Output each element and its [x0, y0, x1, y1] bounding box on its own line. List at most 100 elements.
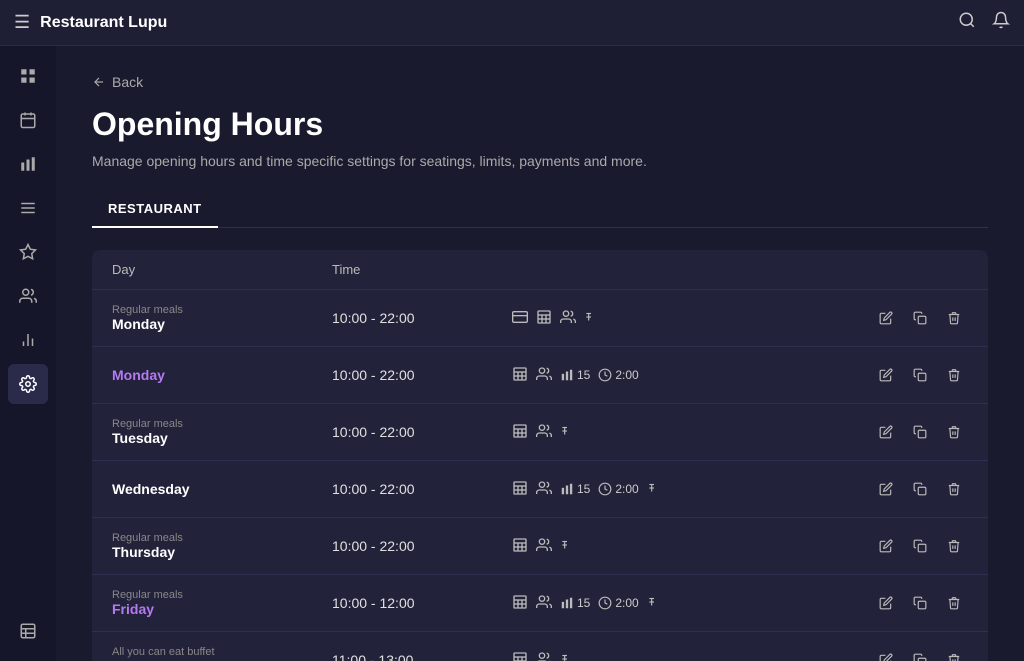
clock-icon: 2:00 — [598, 482, 638, 496]
day-cell: Regular meals Tuesday — [112, 418, 332, 446]
meal-type: Regular meals — [112, 589, 332, 601]
meal-type: Regular meals — [112, 418, 332, 430]
search-icon[interactable] — [958, 11, 976, 34]
people-icon — [536, 366, 552, 385]
delete-button[interactable] — [940, 361, 968, 389]
tag-icon — [584, 310, 598, 327]
col-time: Time — [332, 262, 512, 277]
copy-button[interactable] — [906, 304, 934, 332]
time-cell: 10:00 - 22:00 — [332, 481, 512, 497]
table-row: Monday 10:00 - 22:00 15 — [92, 347, 988, 404]
delete-button[interactable] — [940, 646, 968, 661]
icons-cell — [512, 309, 848, 328]
bar-icon: 15 — [560, 596, 590, 610]
day-name: Friday — [112, 601, 332, 617]
sidebar-item-calendar[interactable] — [8, 100, 48, 140]
edit-button[interactable] — [872, 475, 900, 503]
actions-cell — [848, 361, 968, 389]
col-actions — [848, 262, 968, 277]
day-name: Tuesday — [112, 430, 332, 446]
people-icon — [536, 537, 552, 556]
sidebar-item-analytics[interactable] — [8, 320, 48, 360]
edit-button[interactable] — [872, 589, 900, 617]
delete-button[interactable] — [940, 589, 968, 617]
sidebar-item-bottom-menu[interactable] — [8, 611, 48, 651]
time-cell: 10:00 - 22:00 — [332, 310, 512, 326]
card-icon — [512, 309, 528, 328]
delete-button[interactable] — [940, 532, 968, 560]
time-cell: 10:00 - 12:00 — [332, 595, 512, 611]
table-row: Regular meals Thursday 10:00 - 22:00 — [92, 518, 988, 575]
clock-icon: 2:00 — [598, 596, 638, 610]
menu-icon[interactable]: ☰ — [14, 12, 30, 33]
clock-value: 2:00 — [615, 596, 638, 610]
back-link[interactable]: Back — [92, 74, 988, 90]
edit-button[interactable] — [872, 361, 900, 389]
tag-icon — [647, 481, 661, 498]
copy-button[interactable] — [906, 589, 934, 617]
back-label: Back — [112, 74, 143, 90]
time-cell: 10:00 - 22:00 — [332, 367, 512, 383]
table-row: Wednesday 10:00 - 22:00 15 — [92, 461, 988, 518]
table-row: Regular meals Tuesday 10:00 - 22:00 — [92, 404, 988, 461]
table-icon — [512, 537, 528, 556]
col-icons — [512, 262, 848, 277]
table-row: All you can eat buffet Friday 11:00 - 13… — [92, 632, 988, 661]
edit-button[interactable] — [872, 304, 900, 332]
page-subtitle: Manage opening hours and time specific s… — [92, 153, 988, 169]
delete-button[interactable] — [940, 304, 968, 332]
people-icon — [536, 423, 552, 442]
page-title: Opening Hours — [92, 106, 988, 143]
table-icon — [512, 594, 528, 613]
table-icon — [512, 651, 528, 661]
sidebar-item-settings[interactable] — [8, 364, 48, 404]
bell-icon[interactable] — [992, 11, 1010, 34]
delete-button[interactable] — [940, 475, 968, 503]
people-icon — [560, 309, 576, 328]
topbar-actions — [958, 11, 1010, 34]
actions-cell — [848, 418, 968, 446]
bar-icon: 15 — [560, 368, 590, 382]
sidebar-item-barchart[interactable] — [8, 144, 48, 184]
icons-cell: 15 2:00 — [512, 366, 848, 385]
icons-cell — [512, 537, 848, 556]
sidebar-item-star[interactable] — [8, 232, 48, 272]
tag-icon — [560, 538, 574, 555]
col-day: Day — [112, 262, 332, 277]
tag-icon — [647, 595, 661, 612]
copy-button[interactable] — [906, 646, 934, 661]
sidebar-item-users[interactable] — [8, 276, 48, 316]
hours-table: Day Time Regular meals Monday 10:00 - 22… — [92, 250, 988, 661]
tab-restaurant[interactable]: RESTAURANT — [92, 191, 218, 228]
day-name: Monday — [112, 367, 332, 383]
sidebar-item-list[interactable] — [8, 188, 48, 228]
people-icon — [536, 594, 552, 613]
copy-button[interactable] — [906, 418, 934, 446]
day-cell: All you can eat buffet Friday — [112, 646, 332, 661]
actions-cell — [848, 589, 968, 617]
table-row: Regular meals Monday 10:00 - 22:00 — [92, 290, 988, 347]
edit-button[interactable] — [872, 532, 900, 560]
edit-button[interactable] — [872, 646, 900, 661]
table-icon — [512, 366, 528, 385]
day-name: Monday — [112, 316, 332, 332]
table-icon — [512, 423, 528, 442]
app-title: Restaurant Lupu — [40, 14, 948, 32]
delete-button[interactable] — [940, 418, 968, 446]
actions-cell — [848, 646, 968, 661]
sidebar — [0, 46, 56, 661]
copy-button[interactable] — [906, 361, 934, 389]
meal-type: All you can eat buffet — [112, 646, 332, 658]
copy-button[interactable] — [906, 475, 934, 503]
copy-button[interactable] — [906, 532, 934, 560]
tabs: RESTAURANT — [92, 191, 988, 228]
content-area: Back Opening Hours Manage opening hours … — [56, 46, 1024, 661]
icons-cell: 15 2:00 — [512, 480, 848, 499]
limit-value: 15 — [577, 368, 590, 382]
edit-button[interactable] — [872, 418, 900, 446]
icons-cell: 15 2:00 — [512, 594, 848, 613]
sidebar-item-grid[interactable] — [8, 56, 48, 96]
clock-value: 2:00 — [615, 482, 638, 496]
day-name: Wednesday — [112, 481, 332, 497]
people-icon — [536, 480, 552, 499]
